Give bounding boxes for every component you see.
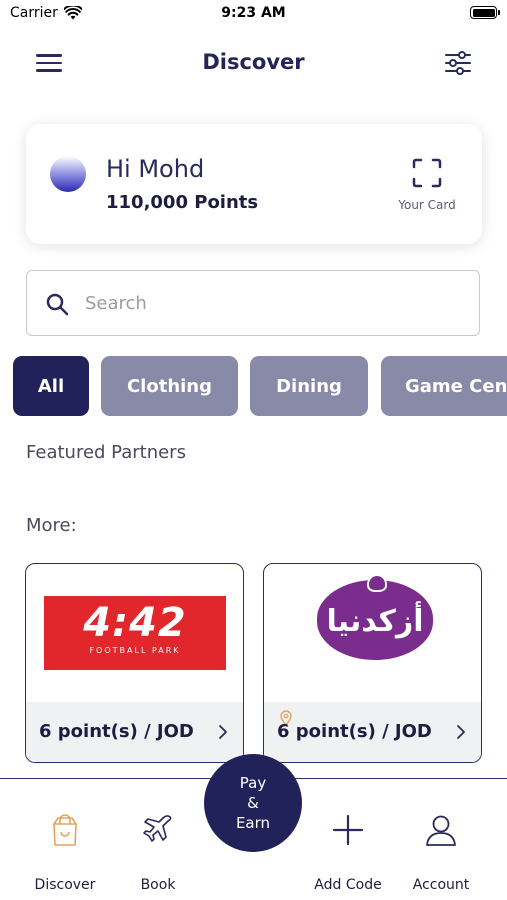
pay-and-earn-button[interactable]: Pay & Earn	[204, 754, 302, 852]
logo-title: 4:42	[83, 600, 187, 646]
battery-icon	[470, 6, 500, 19]
partner-logo-arabic: أزكدنيا	[317, 576, 433, 660]
partner-logo-area: 4:42 FOOTBALL PARK	[26, 564, 243, 702]
category-chip-all[interactable]: All	[13, 356, 89, 416]
points-balance: 110,000 Points	[106, 192, 259, 213]
category-chip-label: Dining	[276, 375, 342, 397]
user-points-card: Hi Mohd 110,000 Points Your Card	[26, 124, 482, 244]
logo-title: أزكدنيا	[326, 604, 424, 639]
tab-label: Add Code	[314, 877, 382, 893]
featured-partners-heading: Featured Partners	[26, 442, 186, 463]
user-greeting: Hi Mohd	[106, 155, 205, 183]
chevron-right-icon	[457, 725, 465, 739]
category-chip-label: All	[37, 375, 65, 397]
page-title: Discover	[202, 50, 305, 74]
partner-logo-area: أزكدنيا	[264, 564, 481, 702]
shopping-bag-icon	[53, 814, 77, 846]
partner-card-arabic[interactable]: أزكدنيا 6 point(s) / JOD	[263, 563, 482, 763]
tab-label: Discover	[34, 877, 96, 893]
points-rate: 6 point(s) / JOD	[39, 721, 194, 742]
search-input[interactable]	[85, 283, 465, 323]
tab-label: Book	[140, 877, 176, 893]
category-filter-row: All Clothing Dining Game Cen	[0, 356, 507, 416]
tab-account[interactable]: Account	[391, 779, 491, 900]
airplane-icon	[143, 815, 172, 842]
category-chip-game-center[interactable]: Game Cen	[381, 356, 507, 416]
your-card-label: Your Card	[398, 198, 456, 212]
chevron-right-icon	[219, 725, 227, 739]
category-chip-label: Game Cen	[405, 375, 507, 397]
status-time: 9:23 AM	[221, 5, 286, 21]
partner-logo-442: 4:42 FOOTBALL PARK	[44, 596, 226, 670]
partner-card-footer: 6 point(s) / JOD	[264, 702, 481, 762]
plus-icon	[332, 814, 364, 846]
tab-label: Account	[412, 877, 470, 893]
tab-discover[interactable]: Discover	[15, 779, 115, 900]
app-header: Discover	[0, 40, 507, 86]
search-icon	[46, 293, 69, 316]
more-heading: More:	[26, 515, 77, 536]
user-icon	[426, 815, 456, 846]
battery-fill	[472, 8, 495, 17]
category-chip-clothing[interactable]: Clothing	[101, 356, 238, 416]
avatar	[50, 156, 86, 192]
category-chip-dining[interactable]: Dining	[250, 356, 368, 416]
status-bar: Carrier 9:23 AM	[0, 0, 507, 28]
scan-frame-icon	[412, 158, 442, 188]
partner-card-442[interactable]: 4:42 FOOTBALL PARK 6 point(s) / JOD	[25, 563, 244, 763]
category-chip-label: Clothing	[126, 375, 213, 397]
logo-subtitle: FOOTBALL PARK	[89, 646, 181, 655]
tab-book[interactable]: Book	[108, 779, 208, 900]
partner-card-footer: 6 point(s) / JOD	[26, 702, 243, 762]
sliders-filter-icon[interactable]	[443, 48, 473, 78]
pay-and-earn-label: Pay & Earn	[235, 774, 271, 832]
your-card-button[interactable]: Your Card	[390, 158, 464, 212]
points-rate: 6 point(s) / JOD	[277, 721, 432, 742]
search-bar	[26, 270, 480, 336]
tab-add-code[interactable]: Add Code	[298, 779, 398, 900]
